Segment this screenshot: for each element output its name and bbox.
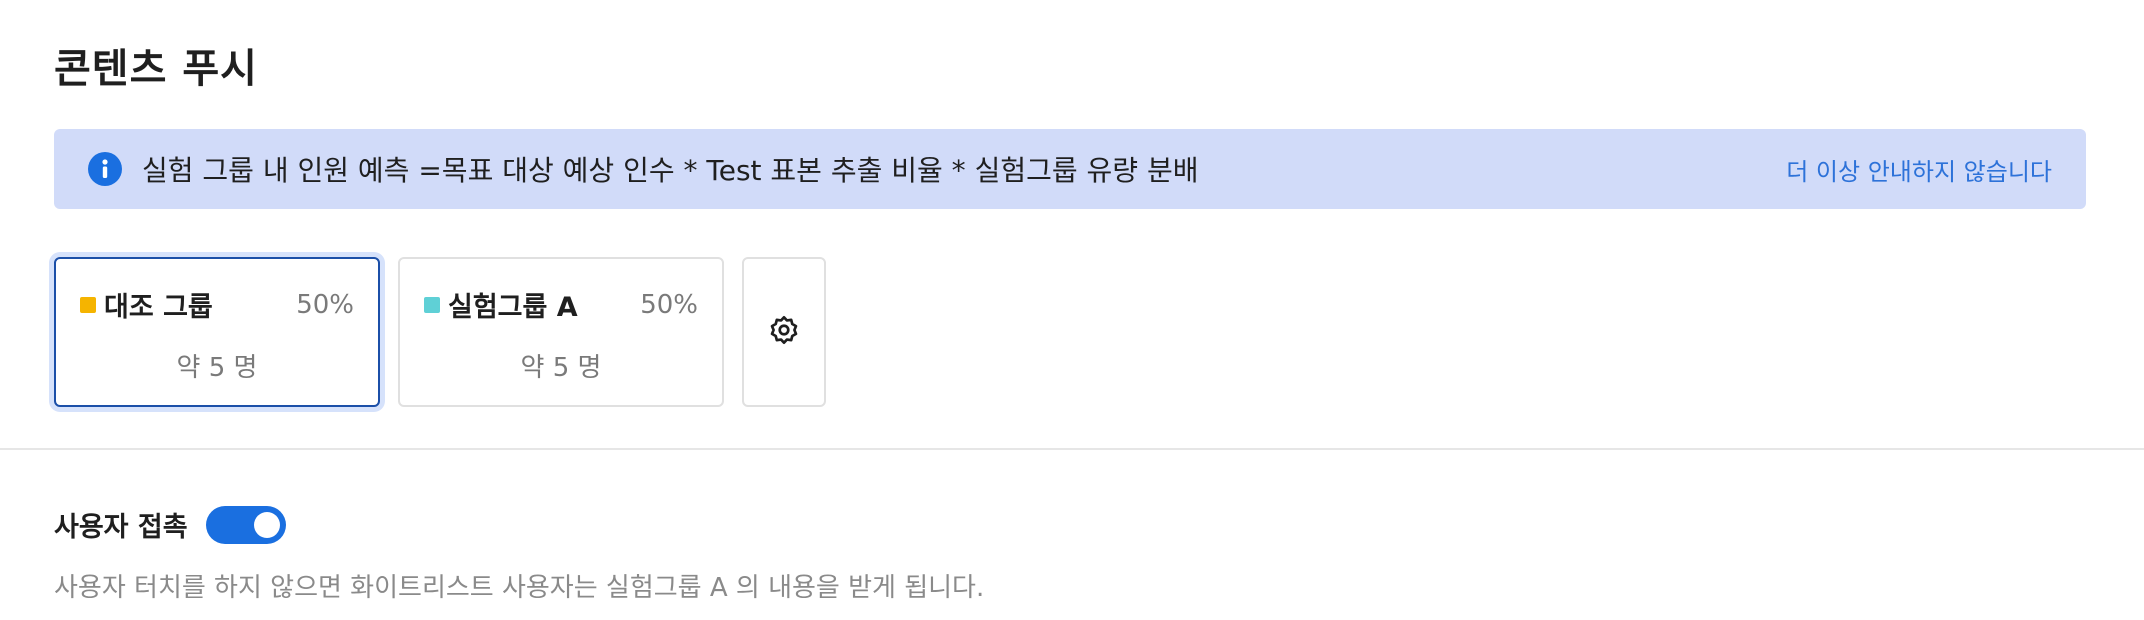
group-color-swatch	[424, 296, 440, 313]
group-estimate: 약 5 명	[176, 353, 258, 383]
group-name: 대조 그룹	[104, 292, 213, 323]
page-title: 콘텐츠 푸시	[54, 46, 258, 92]
info-banner: 실험 그룹 내 인원 예측 =목표 대상 예상 인수 * Test 표본 추출 …	[54, 129, 2086, 209]
user-touch-toggle[interactable]	[206, 506, 286, 544]
user-touch-description: 사용자 터치를 하지 않으면 화이트리스트 사용자는 실험그룹 A 의 내용을 …	[54, 573, 985, 603]
group-card-control[interactable]: 대조 그룹 50% 약 5 명	[54, 257, 380, 407]
info-banner-text: 실험 그룹 내 인원 예측 =목표 대상 예상 인수 * Test 표본 추출 …	[142, 154, 1199, 187]
group-card-header: 실험그룹 A 50%	[424, 285, 698, 324]
group-settings-button[interactable]	[742, 257, 826, 407]
dismiss-info-link[interactable]: 더 이상 안내하지 않습니다	[1786, 152, 2052, 187]
user-touch-label: 사용자 접촉	[54, 512, 188, 543]
gear-icon	[768, 314, 800, 350]
group-percent: 50%	[296, 289, 354, 320]
group-color-swatch	[80, 296, 96, 313]
group-card-header: 대조 그룹 50%	[80, 285, 354, 324]
section-divider	[0, 448, 2144, 450]
info-icon	[88, 152, 122, 186]
group-card-experiment-a[interactable]: 실험그룹 A 50% 약 5 명	[398, 257, 724, 407]
group-percent: 50%	[640, 289, 698, 320]
group-estimate: 약 5 명	[520, 353, 602, 383]
group-name: 실험그룹 A	[448, 292, 578, 323]
toggle-knob	[254, 512, 280, 538]
content-push-page: 콘텐츠 푸시 실험 그룹 내 인원 예측 =목표 대상 예상 인수 * Test…	[0, 0, 2144, 620]
